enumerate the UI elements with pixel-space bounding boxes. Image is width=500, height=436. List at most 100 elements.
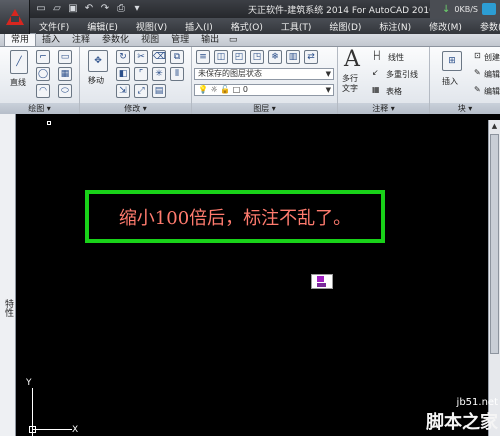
multileader-label[interactable]: 多重引线 xyxy=(386,69,418,80)
scroll-up-icon[interactable]: ▲ xyxy=(489,120,500,132)
tab-home[interactable]: 常用 xyxy=(4,33,37,46)
layer-state-value: 未保存的图层状态 xyxy=(198,69,262,78)
linear-dimension-label[interactable]: 线性 xyxy=(388,52,404,63)
draw-panel-title[interactable]: 绘图 ▾ xyxy=(0,103,79,114)
create-block-label[interactable]: 创建 xyxy=(484,52,500,63)
caption-text: 缩小100倍后，标注不乱了。 xyxy=(118,207,352,229)
menu-parametric[interactable]: 参数(P) xyxy=(471,20,500,33)
layer-match-icon[interactable]: ⇄ xyxy=(304,50,318,64)
menu-tools[interactable]: 工具(T) xyxy=(272,20,321,33)
ellipse-icon[interactable]: ⬭ xyxy=(58,84,72,98)
current-layer-dropdown[interactable]: 💡 ☼ 🔓 □ 0 ▼ xyxy=(194,84,334,96)
table-label[interactable]: 表格 xyxy=(386,86,402,97)
tab-insert[interactable]: 插入 xyxy=(36,34,66,46)
rotate-icon[interactable]: ↻ xyxy=(116,50,130,64)
circle-icon[interactable]: ◯ xyxy=(36,67,50,81)
redo-icon[interactable]: ↷ xyxy=(98,2,112,15)
title-bar: ▭ ▱ ▣ ↶ ↷ ⎙ ▾ 天正软件-建筑系统 2014 For AutoCAD… xyxy=(0,0,500,18)
scroll-thumb[interactable] xyxy=(490,134,499,354)
tab-annotate[interactable]: 注释 xyxy=(66,34,96,46)
download-button[interactable] xyxy=(482,3,496,15)
drawing-canvas[interactable] xyxy=(0,114,500,436)
ribbon-minimize-icon[interactable]: ▭ xyxy=(225,34,241,46)
ucs-x-label: X xyxy=(72,425,79,435)
copy-icon[interactable]: ⧉ xyxy=(170,50,184,64)
hatch-icon[interactable]: ▦ xyxy=(58,67,72,81)
plot-icon[interactable]: ⎙ xyxy=(114,2,128,15)
ucs-x-axis xyxy=(32,429,72,430)
multiline-text-icon[interactable]: A xyxy=(344,47,360,72)
tab-output[interactable]: 输出 xyxy=(195,34,225,46)
offset-icon[interactable]: ⫴ xyxy=(170,67,184,81)
unlock-icon: 🔓 xyxy=(220,85,231,94)
vertical-scrollbar[interactable]: ▲ xyxy=(488,120,500,436)
properties-strip-label: 特性 xyxy=(3,299,13,317)
color-swatch: □ xyxy=(232,85,241,94)
annotation-panel-title[interactable]: 注释 ▾ xyxy=(338,103,429,114)
menu-modify[interactable]: 修改(M) xyxy=(420,20,471,33)
menu-dimension[interactable]: 标注(N) xyxy=(370,20,420,33)
rectangle-icon[interactable]: ▭ xyxy=(58,50,72,64)
block-panel: ⊞ 插入 ⊡ 创建 ✎ 编辑 ✎ 编辑 块 ▾ xyxy=(430,47,500,114)
stretch-icon[interactable]: ⇲ xyxy=(116,84,130,98)
autocad-logo-icon xyxy=(5,9,24,25)
layer-properties-icon[interactable]: ≡ xyxy=(196,50,210,64)
layer-isolate-icon[interactable]: ◰ xyxy=(232,50,246,64)
scale-icon[interactable]: ⤢ xyxy=(134,84,148,98)
new-file-icon[interactable]: ▭ xyxy=(34,2,48,15)
erase-icon[interactable]: ⌫ xyxy=(152,50,166,64)
application-menu-button[interactable] xyxy=(0,0,30,34)
block-panel-title[interactable]: 块 ▾ xyxy=(430,103,500,114)
save-icon[interactable]: ▣ xyxy=(66,2,80,15)
linear-dimension-icon[interactable]: ├┤ xyxy=(372,51,382,60)
menu-insert[interactable]: 插入(I) xyxy=(176,20,222,33)
light-bulb-icon: 💡 xyxy=(198,85,208,94)
multileader-icon[interactable]: ↙ xyxy=(372,68,379,77)
menu-view[interactable]: 视图(V) xyxy=(127,20,176,33)
undo-icon[interactable]: ↶ xyxy=(82,2,96,15)
trim-icon[interactable]: ✂ xyxy=(134,50,148,64)
ribbon-tabs: 常用 插入 注释 参数化 视图 管理 输出 ▭ xyxy=(0,33,500,47)
layer-freeze-icon[interactable]: ❄ xyxy=(268,50,282,64)
fillet-icon[interactable]: ⌜ xyxy=(134,67,148,81)
ucs-y-label: Y xyxy=(26,378,32,388)
layer-lock-icon[interactable]: ▥ xyxy=(286,50,300,64)
move-icon[interactable]: ✥ xyxy=(88,50,108,72)
download-indicator: ↓ 0KB/S xyxy=(430,0,500,18)
layer-states-icon[interactable]: ◫ xyxy=(214,50,228,64)
sun-icon: ☼ xyxy=(210,85,218,94)
open-file-icon[interactable]: ▱ xyxy=(50,2,64,15)
properties-palette-strip[interactable]: 特性 xyxy=(0,114,16,436)
layer-off-icon[interactable]: ◳ xyxy=(250,50,264,64)
tab-view[interactable]: 视图 xyxy=(135,34,165,46)
polyline-icon[interactable]: ⌐ xyxy=(36,50,50,64)
watermark-name: 脚本之家 xyxy=(426,412,498,433)
current-layer-value: 0 xyxy=(242,85,248,94)
edit-block-icon[interactable]: ✎ xyxy=(474,68,481,77)
explode-icon[interactable]: ✳ xyxy=(152,67,166,81)
create-block-icon[interactable]: ⊡ xyxy=(474,51,481,60)
line-icon[interactable]: ╱ xyxy=(10,50,28,74)
menu-format[interactable]: 格式(O) xyxy=(222,20,272,33)
modify-panel-title[interactable]: 修改 ▾ xyxy=(80,103,191,114)
qat-dropdown-icon[interactable]: ▾ xyxy=(130,2,144,15)
tab-parametric[interactable]: 参数化 xyxy=(96,34,135,46)
arc-icon[interactable]: ◠ xyxy=(36,84,50,98)
layers-panel-title[interactable]: 图层 ▾ xyxy=(192,103,337,114)
menu-edit[interactable]: 编辑(E) xyxy=(78,20,127,33)
edit-attributes-label[interactable]: 编辑 xyxy=(484,86,500,97)
watermark: jb51.net 脚本之家 xyxy=(426,397,498,434)
watermark-url: jb51.net xyxy=(456,397,498,408)
table-icon[interactable]: ▦ xyxy=(372,85,380,94)
layer-state-dropdown[interactable]: 未保存的图层状态 ▼ xyxy=(194,68,334,80)
edit-block-label[interactable]: 编辑 xyxy=(484,69,500,80)
tab-manage[interactable]: 管理 xyxy=(165,34,195,46)
menu-file[interactable]: 文件(F) xyxy=(30,20,78,33)
insert-block-icon[interactable]: ⊞ xyxy=(442,51,462,71)
line-label: 直线 xyxy=(10,78,26,87)
menu-draw[interactable]: 绘图(D) xyxy=(320,20,370,33)
mirror-icon[interactable]: ◧ xyxy=(116,67,130,81)
array-icon[interactable]: ▤ xyxy=(152,84,166,98)
edit-attributes-icon[interactable]: ✎ xyxy=(474,85,481,94)
chevron-down-icon: ▼ xyxy=(325,70,331,78)
